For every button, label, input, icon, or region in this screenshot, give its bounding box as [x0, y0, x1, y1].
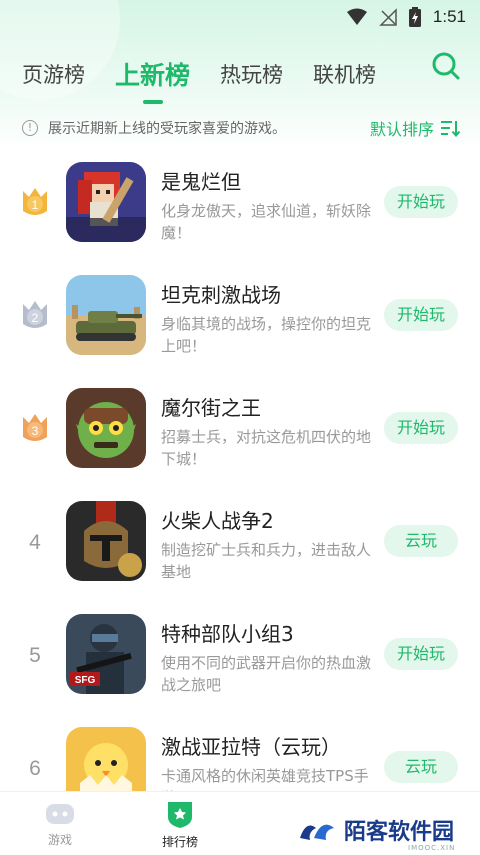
wifi-icon — [346, 8, 367, 25]
game-list: 1 是鬼烂但 化身龙傲天，追求仙道，斩妖除魔！ 开始玩 2 坦克刺激战场 身临其… — [0, 150, 480, 828]
tab-new-games[interactable]: 上新榜 — [115, 56, 190, 92]
game-description: 招募士兵，对抗这危机四伏的地下城！ — [161, 428, 372, 468]
soldier-icon: SFG — [66, 614, 146, 694]
ranking-tabs: 页游榜 上新榜 热玩榜 联机榜 — [0, 44, 480, 104]
sort-button[interactable]: 默认排序 — [370, 116, 460, 140]
watermark-subtext: IMOOC.XIN — [408, 844, 456, 852]
game-title: 火柴人战争2 — [161, 509, 274, 533]
battery-icon — [408, 7, 421, 27]
game-description: 使用不同的武器开启你的热血激战之旅吧 — [161, 654, 372, 694]
game-row[interactable]: 4 火柴人战争2 制造挖矿士兵和兵力，进击敌人基地 云玩 — [0, 489, 480, 602]
cloud-play-button[interactable]: 云玩 — [384, 751, 458, 783]
info-icon: ! — [22, 120, 38, 136]
watermark-logo-icon — [300, 824, 334, 840]
sort-label: 默认排序 — [369, 120, 434, 139]
nav-item-games[interactable]: 游戏 — [0, 792, 120, 855]
start-play-button[interactable]: 开始玩 — [384, 299, 458, 331]
nav-label-games: 游戏 — [47, 832, 72, 847]
tab-page-games[interactable]: 页游榜 — [22, 59, 85, 89]
ranking-shield-icon — [168, 801, 192, 828]
start-play-button[interactable]: 开始玩 — [384, 638, 458, 670]
nav-label-ranking: 排行榜 — [161, 834, 198, 849]
rank-number: 1 — [32, 198, 39, 212]
goblin-icon — [66, 388, 146, 468]
watermark-text: 陌客软件园 — [344, 819, 455, 845]
sort-icon — [441, 121, 460, 137]
start-play-button[interactable]: 开始玩 — [384, 186, 458, 218]
game-row[interactable]: 1 是鬼烂但 化身龙傲天，追求仙道，斩妖除魔！ 开始玩 — [0, 150, 480, 263]
game-description: 化身龙傲天，追求仙道，斩妖除魔！ — [161, 202, 372, 242]
pixel-warrior-icon — [66, 162, 146, 242]
game-title: 激战亚拉特（云玩） — [161, 735, 341, 759]
info-text: 展示近期新上线的受玩家喜爱的游戏。 — [48, 121, 286, 137]
game-title: 坦克刺激战场 — [161, 283, 281, 307]
spartan-icon — [66, 501, 146, 581]
tank-icon — [66, 275, 146, 355]
cloud-play-button[interactable]: 云玩 — [384, 525, 458, 557]
game-row[interactable]: 3 魔尔街之王 招募士兵，对抗这危机四伏的地下城！ 开始玩 — [0, 376, 480, 489]
nav-item-ranking[interactable]: 排行榜 — [120, 792, 240, 855]
rank-number: 3 — [32, 424, 39, 438]
watermark: 陌客软件园 IMOOC.XIN — [296, 808, 476, 852]
game-row[interactable]: 2 坦克刺激战场 身临其境的战场，操控你的坦克上吧！ 开始玩 — [0, 263, 480, 376]
tab-hot-games[interactable]: 热玩榜 — [220, 59, 283, 89]
game-description: 身临其境的战场，操控你的坦克上吧！ — [161, 315, 372, 355]
start-play-button[interactable]: 开始玩 — [384, 412, 458, 444]
search-icon[interactable] — [430, 50, 462, 82]
no-signal-icon — [379, 8, 397, 26]
game-row[interactable]: 5 SFG 特种部队小组3 使用不同的武器开启你的热血激战之旅吧 开始玩 — [0, 602, 480, 715]
svg-text:SFG: SFG — [75, 675, 96, 686]
game-title: 魔尔街之王 — [161, 396, 261, 420]
rank-number: 6 — [29, 757, 41, 780]
gold-medal-icon: 1 — [23, 188, 47, 215]
bronze-medal-icon: 3 — [23, 414, 47, 441]
rank-number: 2 — [32, 311, 39, 325]
status-time: 1:51 — [432, 7, 466, 26]
rank-number: 4 — [29, 531, 41, 554]
gamepad-icon — [46, 803, 74, 824]
tab-online-games[interactable]: 联机榜 — [313, 59, 376, 89]
silver-medal-icon: 2 — [23, 301, 47, 328]
game-title: 是鬼烂但 — [161, 170, 241, 194]
game-title: 特种部队小组3 — [161, 622, 294, 646]
status-bar: 1:51 — [0, 0, 480, 34]
game-description: 制造挖矿士兵和兵力，进击敌人基地 — [161, 541, 372, 581]
rank-number: 5 — [29, 644, 41, 667]
